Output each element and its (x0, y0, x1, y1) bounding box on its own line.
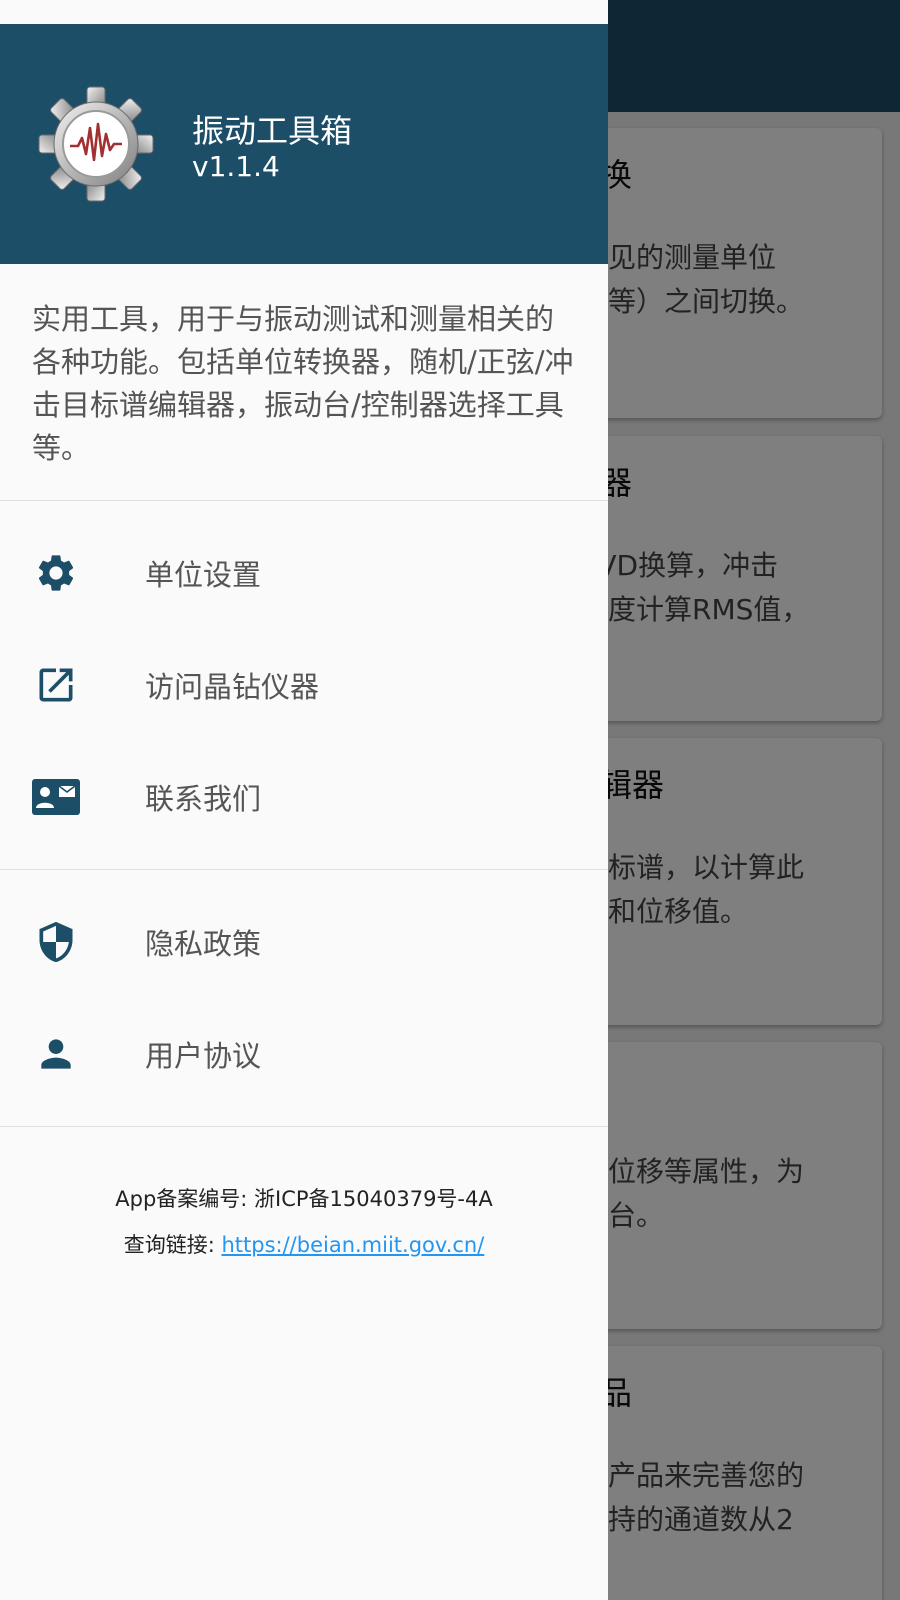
menu-item-user-agreement[interactable]: 用户协议 (0, 998, 608, 1110)
open-in-new-icon (32, 661, 80, 709)
menu-item-label: 访问晶钻仪器 (145, 670, 320, 704)
app-description: 实用工具，用于与振动测试和测量相关的各种功能。包括单位转换器，随机/正弦/冲击目… (32, 302, 574, 465)
menu-item-privacy-policy[interactable]: 隐私政策 (0, 886, 608, 998)
query-link[interactable]: https://beian.miit.gov.cn/ (221, 1233, 484, 1257)
footer: App备案编号: 浙ICP备15040379号-4A 查询链接: https:/… (0, 1127, 608, 1259)
query-line: 查询链接: https://beian.miit.gov.cn/ (0, 1229, 608, 1259)
shield-icon (32, 918, 80, 966)
contact-mail-icon (32, 773, 80, 821)
query-label: 查询链接: (123, 1233, 222, 1257)
status-bar (0, 0, 608, 24)
menu-group-main: 单位设置 访问晶钻仪器 联系我们 (0, 501, 608, 869)
menu-group-legal: 隐私政策 用户协议 (0, 870, 608, 1126)
menu-item-unit-settings[interactable]: 单位设置 (0, 517, 608, 629)
menu-item-label: 联系我们 (145, 782, 262, 816)
app-logo-icon (38, 86, 154, 202)
menu-item-label: 单位设置 (145, 558, 262, 592)
gear-icon (32, 549, 80, 597)
app-name: 振动工具箱 (192, 112, 353, 150)
navigation-drawer: 振动工具箱 v1.1.4 实用工具，用于与振动测试和测量相关的各种功能。包括单位… (0, 0, 608, 1600)
menu-item-visit-website[interactable]: 访问晶钻仪器 (0, 629, 608, 741)
person-icon (32, 1030, 80, 1078)
menu-item-label: 用户协议 (145, 1039, 262, 1073)
app-version: v1.1.4 (192, 150, 280, 183)
menu-item-contact-us[interactable]: 联系我们 (0, 741, 608, 853)
menu-item-label: 隐私政策 (145, 927, 262, 961)
drawer-header: 振动工具箱 v1.1.4 (0, 24, 608, 264)
icp-record-text: App备案编号: 浙ICP备15040379号-4A (115, 1187, 493, 1211)
